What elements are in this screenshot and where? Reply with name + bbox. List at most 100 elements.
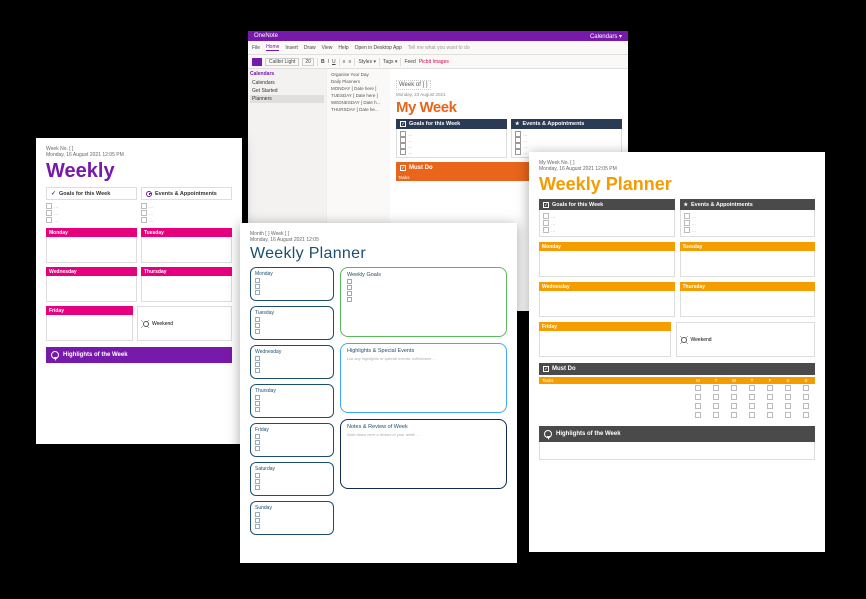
- checkbox-item[interactable]: …: [400, 149, 503, 155]
- template-title: Weekly: [46, 160, 232, 183]
- open-desktop[interactable]: Open in Desktop App: [355, 45, 402, 51]
- bullets-icon[interactable]: ≡: [343, 59, 346, 65]
- goals-panel: Goals for this Week … … … …: [396, 119, 507, 158]
- col-s: S: [779, 377, 797, 384]
- page-item[interactable]: WEDNESDAY [ Date h...: [329, 99, 388, 106]
- tab-file[interactable]: File: [252, 45, 260, 51]
- tab-home[interactable]: Home: [266, 44, 279, 51]
- highlights-box[interactable]: Highlights & Special Events List any hig…: [340, 343, 507, 413]
- checkbox-item[interactable]: …: [46, 210, 137, 216]
- goals-icon: [400, 121, 406, 127]
- checkbox-item[interactable]: …: [141, 217, 232, 223]
- checkbox-item[interactable]: …: [543, 220, 671, 226]
- section-calendars[interactable]: Calendars: [250, 79, 324, 87]
- checkbox-item[interactable]: …: [46, 217, 137, 223]
- goals-icon: [543, 202, 549, 208]
- day-saturday[interactable]: Saturday: [250, 462, 334, 496]
- fontsize-select[interactable]: 20: [302, 58, 314, 66]
- notebook-name[interactable]: Calendars: [250, 71, 324, 77]
- day-sunday[interactable]: Sunday: [250, 501, 334, 535]
- col-f: F: [761, 377, 779, 384]
- meta-date: Monday, 16 August 2021 12:05 PM: [46, 152, 232, 158]
- task-row[interactable]: [539, 402, 815, 411]
- day-wednesday[interactable]: Wednesday: [250, 345, 334, 379]
- tell-me[interactable]: Tell me what you want to do: [408, 45, 470, 51]
- page-item[interactable]: Daily Planners: [329, 78, 388, 85]
- ribbon-icon: [544, 430, 552, 438]
- section-planners[interactable]: Planners: [250, 95, 324, 103]
- ribbon-tabs: File Home Insert Draw View Help Open in …: [248, 41, 628, 55]
- app-name: OneNote: [254, 33, 278, 39]
- day-monday[interactable]: Monday: [250, 267, 334, 301]
- highlights-hint: List any highlights or special events, m…: [347, 356, 500, 361]
- section-get-started[interactable]: Get Started: [250, 87, 324, 95]
- day-thursday[interactable]: Thursday: [250, 384, 334, 418]
- task-row[interactable]: [539, 393, 815, 402]
- italic-button[interactable]: I: [328, 59, 329, 65]
- col-w: W: [725, 377, 743, 384]
- goals-heading: Goals for this Week: [552, 202, 603, 208]
- teal-weekly-planner-template: Month [ ] Week [ ] Monday, 16 August 202…: [240, 223, 517, 563]
- task-header-row: Tasks M T W T F S S: [539, 377, 815, 384]
- clock-icon: [146, 191, 152, 197]
- day-friday: Friday: [539, 322, 671, 331]
- underline-button[interactable]: U: [332, 59, 336, 65]
- template-title: Weekly Planner: [539, 174, 815, 195]
- checkbox-item[interactable]: …: [141, 210, 232, 216]
- tab-draw[interactable]: Draw: [304, 45, 316, 51]
- titlebar-notebook[interactable]: Calendars ▾: [590, 33, 622, 40]
- tab-view[interactable]: View: [322, 45, 333, 51]
- page-item[interactable]: Organise Your Day: [329, 71, 388, 78]
- page-weekof[interactable]: Week of [ ]: [396, 80, 431, 90]
- goals-heading: Goals for this Week: [409, 121, 460, 127]
- day-tuesday: Tuesday: [141, 228, 232, 237]
- goals-heading: Goals for this Week: [59, 191, 110, 197]
- day-friday[interactable]: Friday: [250, 423, 334, 457]
- highlights-body[interactable]: [539, 442, 815, 460]
- task-row[interactable]: [539, 384, 815, 393]
- events-heading: Events & Appointments: [522, 121, 584, 127]
- tab-insert[interactable]: Insert: [285, 45, 298, 51]
- day-thursday: Thursday: [141, 267, 232, 276]
- font-select[interactable]: Calibri Light: [265, 58, 299, 66]
- checkbox-item[interactable]: …: [141, 203, 232, 209]
- day-tuesday[interactable]: Tuesday: [250, 306, 334, 340]
- orange-weekly-planner-template: My Week No. [ ] Monday, 16 August 2021 1…: [529, 152, 825, 552]
- events-icon: [515, 121, 519, 127]
- task-row[interactable]: [539, 411, 815, 420]
- notes-box[interactable]: Notes & Review of Week Note down here a …: [340, 419, 507, 489]
- page-item[interactable]: TUESDAY [ Date here ]: [329, 92, 388, 99]
- col-t: T: [707, 377, 725, 384]
- tags-dropdown[interactable]: Tags ▾: [383, 59, 397, 65]
- styles-dropdown[interactable]: Styles ▾: [358, 59, 376, 65]
- template-title: Weekly Planner: [250, 245, 507, 263]
- day-wednesday: Wednesday: [46, 267, 137, 276]
- checkbox-item[interactable]: …: [543, 213, 671, 219]
- toolbar: Calibri Light 20 B I U ≡ ≡ Styles ▾ Tags…: [248, 55, 628, 69]
- picbit-button[interactable]: Picbit Images: [419, 59, 449, 65]
- page-item[interactable]: MONDAY [ Date here ]: [329, 85, 388, 92]
- page-item[interactable]: THURSDAY [ Date he...: [329, 106, 388, 113]
- checkbox-item[interactable]: …: [684, 227, 812, 233]
- onenote-titlebar: OneNote Calendars ▾: [248, 31, 628, 41]
- day-friday: Friday: [46, 306, 133, 315]
- weekly-goals-box[interactable]: Weekly Goals: [340, 267, 507, 337]
- bold-button[interactable]: B: [321, 59, 325, 65]
- checkbox-item[interactable]: …: [543, 227, 671, 233]
- highlights-heading: Highlights & Special Events: [347, 348, 500, 354]
- numbering-icon[interactable]: ≡: [349, 59, 352, 65]
- checkbox-item[interactable]: …: [684, 220, 812, 226]
- checkbox-item[interactable]: …: [684, 213, 812, 219]
- feed-button[interactable]: Feed: [404, 59, 415, 65]
- tab-help[interactable]: Help: [338, 45, 348, 51]
- weekend-box: Weekend: [676, 322, 816, 357]
- day-tuesday: Tuesday: [680, 242, 816, 251]
- page-title: My Week: [396, 99, 622, 116]
- col-tasks: Tasks: [539, 377, 689, 384]
- mustdo-heading: Must Do: [552, 366, 576, 372]
- ribbon-icon: [51, 351, 59, 359]
- checkbox-item[interactable]: …: [46, 203, 137, 209]
- notebook-color-icon: [252, 58, 262, 66]
- day-monday: Monday: [46, 228, 137, 237]
- events-heading: Events & Appointments: [155, 191, 217, 197]
